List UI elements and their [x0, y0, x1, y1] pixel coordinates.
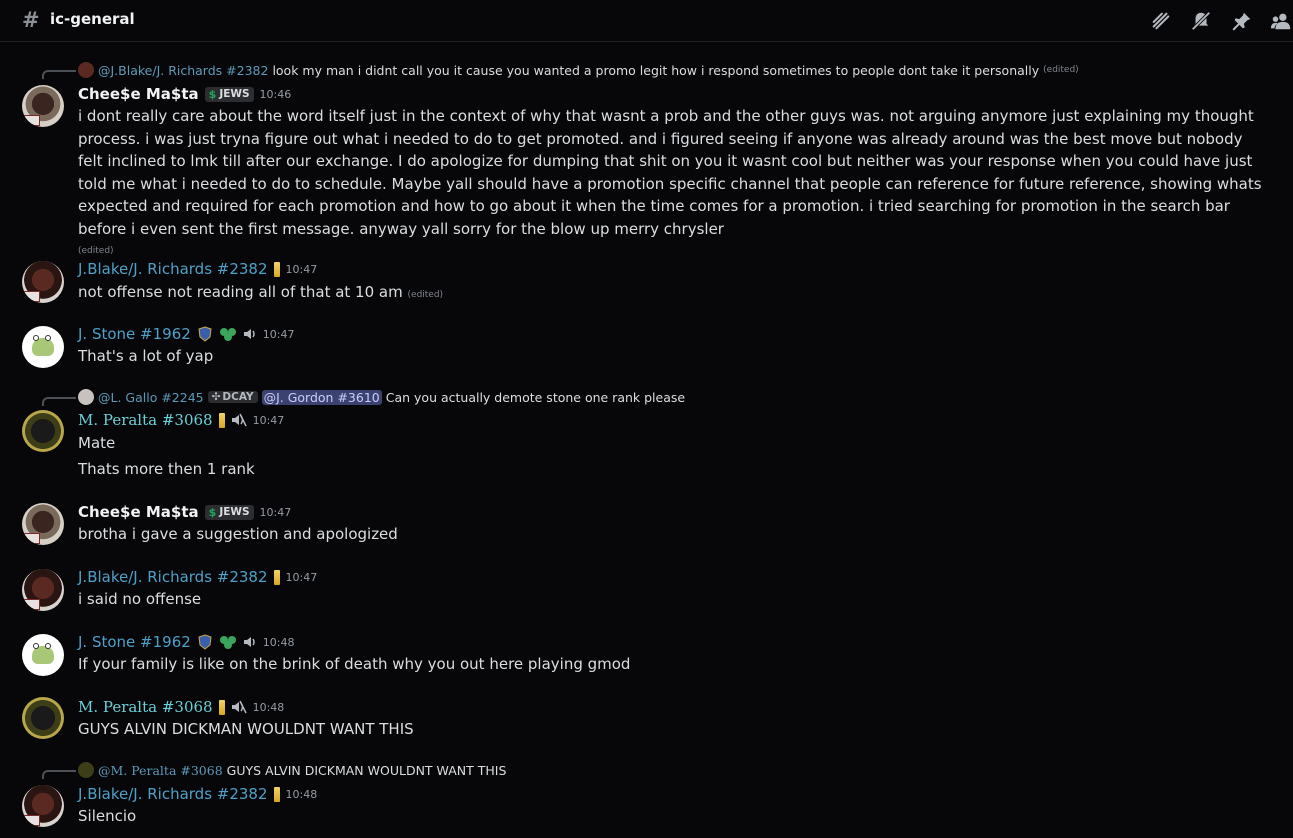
dollar-icon: $ — [208, 87, 217, 101]
edited-label: (edited) — [407, 290, 444, 300]
username[interactable]: J. Stone #1962 — [78, 325, 191, 343]
reply-text: Can you actually demote stone one rank p… — [385, 389, 686, 405]
edited-label: (edited) — [1043, 65, 1079, 75]
speaker-muted-icon — [231, 700, 247, 714]
message-header: J.Blake/J. Richards #2382 10:47 — [78, 568, 317, 586]
badge-icon — [24, 533, 40, 544]
message-header: J. Stone #1962 10:48 — [78, 633, 295, 651]
hash-icon: # — [22, 8, 40, 32]
gold-bar-icon — [273, 261, 280, 277]
members-icon[interactable] — [1270, 10, 1292, 32]
avatar[interactable] — [22, 697, 64, 739]
message-text: i dont really care about the word itself… — [78, 105, 1268, 263]
message-text: GUYS ALVIN DICKMAN WOULDNT WANT THIS — [78, 720, 414, 738]
avatar[interactable] — [22, 785, 64, 827]
message-header: J.Blake/J. Richards #2382 10:47 — [78, 260, 317, 278]
timestamp: 10:48 — [252, 700, 285, 714]
reply-connector — [42, 770, 76, 779]
police-badge-icon — [198, 326, 212, 342]
message-text: Silencio — [78, 807, 137, 825]
avatar[interactable] — [22, 410, 64, 452]
reply-preview[interactable]: @L. Gallo #2245 ✣ DCAY @J. Gordon #3610 C… — [78, 389, 685, 405]
reply-preview[interactable]: @M. Peralta #3068 GUYS ALVIN DICKMAN WOU… — [78, 762, 506, 778]
avatar[interactable] — [22, 634, 64, 676]
mention[interactable]: @J. Gordon #3610 — [261, 389, 382, 405]
message-text: That's a lot of yap — [78, 347, 214, 365]
gold-bar-icon — [273, 786, 280, 802]
message-header: M. Peralta #3068 10:48 — [78, 698, 284, 716]
timestamp: 10:47 — [262, 327, 295, 341]
reply-connector — [42, 397, 76, 406]
reply-avatar — [78, 762, 94, 778]
speaker-icon — [243, 637, 255, 647]
avatar[interactable] — [22, 569, 64, 611]
reply-avatar — [78, 62, 94, 78]
username[interactable]: Chee$e Ma$ta — [78, 85, 199, 103]
username[interactable]: J.Blake/J. Richards #2382 — [78, 260, 268, 278]
username[interactable]: Chee$e Ma$ta — [78, 503, 199, 521]
gold-bar-icon — [273, 569, 280, 585]
message-header: J. Stone #1962 10:47 — [78, 325, 295, 343]
speaker-icon — [243, 329, 255, 339]
badge-icon — [24, 599, 40, 610]
mute-icon[interactable] — [1190, 10, 1212, 32]
username[interactable]: M. Peralta #3068 — [78, 698, 213, 716]
message-header: M. Peralta #3068 10:47 — [78, 411, 284, 429]
reply-text: look my man i didnt call you it cause yo… — [272, 62, 1040, 78]
dcay-tag: ✣ DCAY — [207, 391, 258, 403]
badge-icon — [24, 815, 40, 826]
timestamp: 10:47 — [285, 570, 318, 584]
username[interactable]: J. Stone #1962 — [78, 633, 191, 651]
username[interactable]: M. Peralta #3068 — [78, 411, 213, 429]
reply-avatar — [78, 389, 94, 405]
gold-bar-icon — [218, 412, 225, 428]
avatar[interactable] — [22, 503, 64, 545]
message-text: not offense not reading all of that at 1… — [78, 283, 444, 301]
timestamp: 10:48 — [262, 635, 295, 649]
reply-author[interactable]: @M. Peralta #3068 — [98, 763, 223, 778]
username[interactable]: J.Blake/J. Richards #2382 — [78, 568, 268, 586]
pin-icon[interactable] — [1231, 10, 1253, 32]
reply-preview[interactable]: @J.Blake/J. Richards #2382 look my man i… — [78, 62, 1079, 78]
clover-icon — [219, 328, 236, 341]
channel-header: # ic-general — [0, 0, 1293, 42]
timestamp: 10:47 — [285, 262, 318, 276]
message-text: Thats more then 1 rank — [78, 460, 255, 478]
message-header: Chee$e Ma$ta $ JEWS 10:46 — [78, 85, 291, 103]
dollar-icon: $ — [208, 505, 217, 519]
message-text: i said no offense — [78, 590, 202, 608]
role-tag: $ JEWS — [204, 504, 254, 520]
reply-author[interactable]: @L. Gallo #2245 — [98, 390, 204, 405]
message-header: J.Blake/J. Richards #2382 10:48 — [78, 785, 317, 803]
avatar[interactable] — [22, 261, 64, 303]
timestamp: 10:48 — [285, 787, 318, 801]
role-tag: $ JEWS — [204, 86, 254, 102]
police-badge-icon — [198, 634, 212, 650]
reply-text: GUYS ALVIN DICKMAN WOULDNT WANT THIS — [226, 762, 507, 778]
badge-icon — [24, 291, 40, 302]
timestamp: 10:47 — [259, 505, 292, 519]
speaker-muted-icon — [231, 413, 247, 427]
dcay-icon: ✣ — [211, 391, 221, 403]
message-text: brotha i gave a suggestion and apologize… — [78, 525, 398, 543]
message-list: @J.Blake/J. Richards #2382 look my man i… — [0, 43, 1293, 838]
timestamp: 10:47 — [252, 413, 285, 427]
timestamp: 10:46 — [259, 87, 292, 101]
gold-bar-icon — [218, 699, 225, 715]
reply-connector — [42, 70, 76, 79]
badge-icon — [24, 115, 40, 126]
username[interactable]: J.Blake/J. Richards #2382 — [78, 785, 268, 803]
message-header: Chee$e Ma$ta $ JEWS 10:47 — [78, 503, 291, 521]
avatar[interactable] — [22, 85, 64, 127]
reply-author[interactable]: @J.Blake/J. Richards #2382 — [98, 63, 268, 78]
message-text: If your family is like on the brink of d… — [78, 655, 631, 673]
threads-icon[interactable] — [1150, 10, 1172, 32]
channel-title: ic-general — [50, 10, 135, 28]
clover-icon — [219, 636, 236, 649]
avatar[interactable] — [22, 326, 64, 368]
message-text: Mate — [78, 434, 116, 452]
